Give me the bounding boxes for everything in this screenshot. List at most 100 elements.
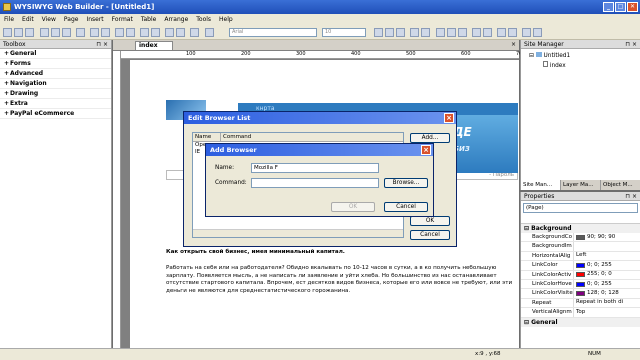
menu-item-help[interactable]: Help — [219, 16, 233, 23]
paste-icon[interactable] — [62, 28, 71, 37]
toolbox-item-paypal-ecommerce[interactable]: +PayPal eCommerce — [0, 109, 111, 119]
ok-button[interactable]: OK — [410, 216, 450, 226]
property-row[interactable]: Repeat Repeat in both di — [521, 298, 640, 309]
align-left-icon[interactable] — [436, 28, 445, 37]
cancel-button[interactable]: Cancel — [384, 202, 428, 212]
preview-icon[interactable] — [140, 28, 149, 37]
minimize-button[interactable]: _ — [603, 2, 614, 12]
property-row[interactable]: BackgroundIm — [521, 242, 640, 252]
menu-item-format[interactable]: Format — [112, 16, 133, 23]
property-row[interactable]: LinkColorVisite 128; 0; 128 — [521, 289, 640, 299]
toolbox-item-navigation[interactable]: +Navigation — [0, 79, 111, 89]
property-value[interactable]: 90; 90; 90 — [574, 233, 640, 241]
property-value[interactable]: 0; 0; 255 — [574, 261, 640, 269]
outdent-icon[interactable] — [508, 28, 517, 37]
property-value[interactable]: 128; 0; 128 — [574, 289, 640, 297]
menu-item-arrange[interactable]: Arrange — [164, 16, 188, 23]
name-field[interactable]: Mozilla F — [251, 163, 379, 173]
tree-root[interactable]: ⊟ Untitled1 — [529, 52, 640, 59]
command-field[interactable] — [251, 178, 379, 188]
cancel-button[interactable]: Cancel — [410, 230, 450, 240]
property-row[interactable]: HorizontalAlig Left — [521, 251, 640, 262]
redo-icon[interactable] — [101, 28, 110, 37]
underline-icon[interactable] — [396, 28, 405, 37]
copy-icon[interactable] — [51, 28, 60, 37]
numbering-icon[interactable] — [483, 28, 492, 37]
property-value[interactable] — [574, 242, 640, 250]
toolbox-item-advanced[interactable]: +Advanced — [0, 69, 111, 79]
ruler-tick-label: 200 — [241, 51, 251, 57]
close-icon[interactable]: × — [444, 113, 454, 123]
indent-icon[interactable] — [497, 28, 506, 37]
property-row[interactable]: LinkColorActiv 255; 0; 0 — [521, 270, 640, 280]
toolbox-item-forms[interactable]: +Forms — [0, 59, 111, 69]
image-icon[interactable] — [533, 28, 542, 37]
menu-item-edit[interactable]: Edit — [22, 16, 34, 23]
toolbox-item-extra[interactable]: +Extra — [0, 99, 111, 109]
align-icon[interactable] — [126, 28, 135, 37]
ok-button[interactable]: OK — [331, 202, 375, 212]
browse-button[interactable]: Browse... — [384, 178, 428, 188]
tree-child-index[interactable]: index — [529, 61, 640, 69]
menu-item-tools[interactable]: Tools — [196, 16, 211, 23]
bg-color-icon[interactable] — [421, 28, 430, 37]
close-icon[interactable]: × — [421, 145, 431, 155]
cut-icon[interactable] — [40, 28, 49, 37]
layer-icon[interactable] — [205, 28, 214, 37]
tab-index[interactable]: index — [135, 41, 173, 50]
property-row[interactable]: LinkColor 0; 0; 255 — [521, 261, 640, 271]
delete-icon[interactable] — [76, 28, 85, 37]
publish-icon[interactable] — [151, 28, 160, 37]
menu-item-file[interactable]: File — [4, 16, 14, 23]
menu-item-view[interactable]: View — [42, 16, 56, 23]
property-value[interactable]: 0; 0; 255 — [574, 280, 640, 288]
pin-close-icon[interactable]: ⊓ × — [96, 40, 108, 49]
undo-icon[interactable] — [90, 28, 99, 37]
tab-object-manager[interactable]: Object M... — [601, 180, 640, 190]
property-value[interactable]: Repeat in both di — [574, 299, 640, 307]
tab-site-manager[interactable]: Site Man... — [521, 180, 561, 190]
toolbox-item-general[interactable]: +General — [0, 49, 111, 59]
browser-icon[interactable] — [165, 28, 174, 37]
menu-item-table[interactable]: Table — [141, 16, 157, 23]
size-combo[interactable]: 10 — [322, 28, 366, 37]
tab-layer-manager[interactable]: Layer Ma... — [561, 180, 601, 190]
close-button[interactable]: ✕ — [627, 2, 638, 12]
grid-icon[interactable] — [115, 28, 124, 37]
menu-item-page[interactable]: Page — [64, 16, 79, 23]
object-selector[interactable]: (Page) — [523, 203, 638, 213]
font-color-icon[interactable] — [410, 28, 419, 37]
category-general[interactable]: ⊟ General — [521, 317, 640, 327]
align-right-icon[interactable] — [458, 28, 467, 37]
font-combo[interactable]: Arial — [229, 28, 317, 37]
pin-close-icon[interactable]: ⊓ × — [625, 40, 637, 49]
new-icon[interactable] — [3, 28, 12, 37]
column-command[interactable]: Command — [221, 133, 403, 141]
property-value[interactable]: Top — [574, 308, 640, 316]
zoom-icon[interactable] — [190, 28, 199, 37]
italic-icon[interactable] — [385, 28, 394, 37]
tab-close-icon[interactable]: × — [511, 41, 516, 48]
column-name[interactable]: Name — [193, 133, 221, 141]
property-value[interactable]: Left — [574, 252, 640, 260]
toolbox-item-drawing[interactable]: +Drawing — [0, 89, 111, 99]
list-scrollbar[interactable] — [193, 229, 403, 237]
site-manager-title: Site Manager — [524, 41, 564, 48]
bold-icon[interactable] — [374, 28, 383, 37]
save-icon[interactable] — [25, 28, 34, 37]
menu-item-insert[interactable]: Insert — [86, 16, 103, 23]
maximize-button[interactable]: □ — [615, 2, 626, 12]
property-value[interactable]: 255; 0; 0 — [574, 271, 640, 279]
property-row[interactable]: LinkColorHove 0; 0; 255 — [521, 279, 640, 290]
link-icon[interactable] — [522, 28, 531, 37]
property-row[interactable]: BackgroundCo 90; 90; 90 — [521, 233, 640, 243]
align-center-icon[interactable] — [447, 28, 456, 37]
category-background[interactable]: ⊟ Background — [521, 224, 640, 233]
add-button[interactable]: Add... — [410, 133, 450, 143]
property-name: HorizontalAlig — [521, 251, 574, 261]
bullets-icon[interactable] — [472, 28, 481, 37]
help-icon[interactable] — [176, 28, 185, 37]
pin-close-icon[interactable]: ⊓ × — [625, 192, 637, 201]
open-icon[interactable] — [14, 28, 23, 37]
property-row[interactable]: VerticalAlignm Top — [521, 308, 640, 318]
